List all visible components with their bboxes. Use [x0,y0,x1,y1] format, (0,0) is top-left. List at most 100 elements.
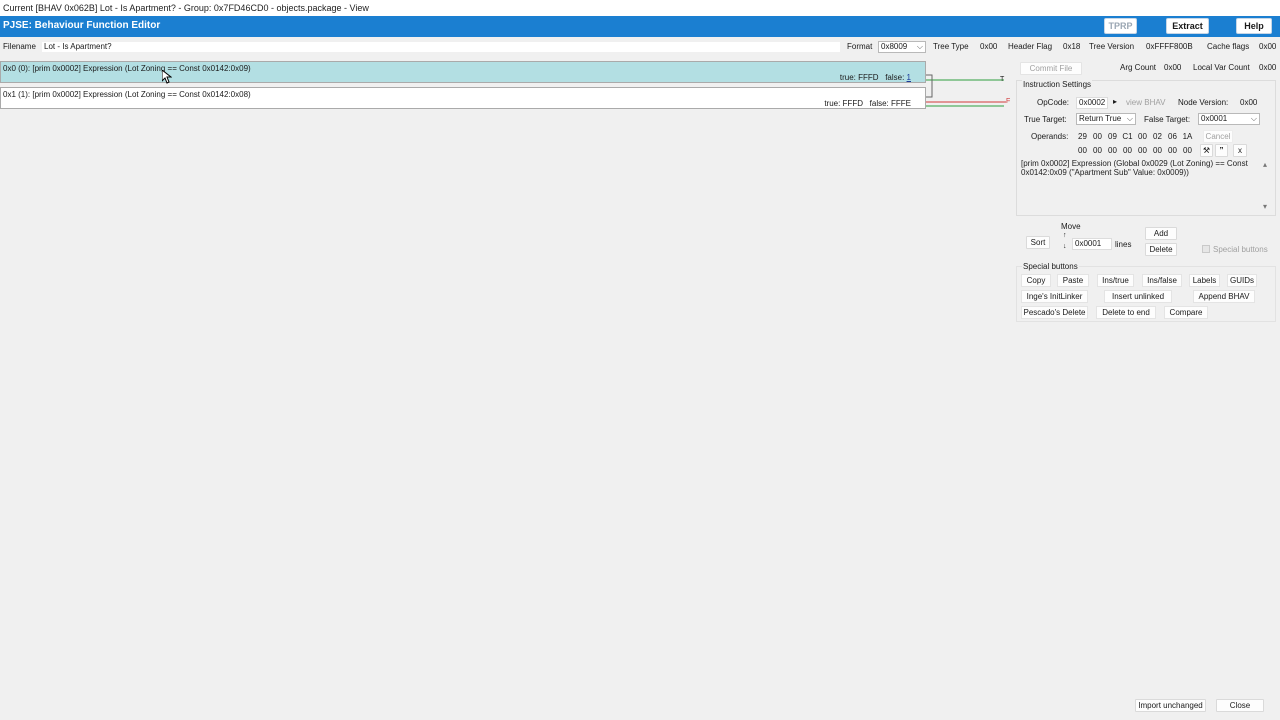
operand-field[interactable]: 00 [1150,146,1165,155]
false-target-select[interactable]: 0x0001 ⌵ [1198,113,1260,125]
cache-flags-input[interactable]: 0x00 [1256,41,1278,53]
commit-file-button[interactable]: Commit File [1020,62,1082,75]
opcode-input[interactable]: 0x0002 [1076,97,1108,109]
close-button[interactable]: Close [1216,699,1264,712]
paste-button[interactable]: Paste [1057,274,1089,287]
true-target-label: True Target: [1024,115,1067,124]
true-target-select[interactable]: Return True ⌵ [1076,113,1136,125]
instruction-text: 0x0 (0): [prim 0x0002] Expression (Lot Z… [3,64,251,73]
operand-field[interactable]: 06 [1165,132,1180,141]
format-select[interactable]: 0x8009 ⌵ [878,41,926,53]
instruction-text: 0x1 (1): [prim 0x0002] Expression (Lot Z… [3,90,251,99]
false-target-label: false: [869,99,891,108]
help-button[interactable]: Help [1236,18,1272,34]
operand-field[interactable]: 00 [1090,146,1105,155]
format-label: Format [847,42,873,51]
true-target-text: true: FFFD [824,99,863,108]
append-bhav-button[interactable]: Append BHAV [1193,290,1255,303]
quote-button[interactable]: ” [1215,144,1228,157]
false-target-label: false: [885,73,907,82]
operand-field[interactable]: 00 [1120,146,1135,155]
node-version-label: Node Version: [1178,98,1229,107]
ins-false-button[interactable]: Ins/false [1142,274,1182,287]
false-target-value: 0x0001 [1201,114,1228,123]
window-title: Current [BHAV 0x062B] Lot - Is Apartment… [0,0,1280,16]
true-target-text: true: FFFD [839,73,879,82]
operand-field[interactable]: 00 [1075,146,1090,155]
editor-header: PJSE: Behaviour Function Editor TPRP Ext… [0,16,1280,37]
scroll-up-icon[interactable]: ▴ [1263,160,1267,169]
instruction-row-0[interactable]: 0x0 (0): [prim 0x0002] Expression (Lot Z… [0,61,926,83]
compare-button[interactable]: Compare [1164,306,1208,319]
insert-unlinked-button[interactable]: Insert unlinked [1104,290,1172,303]
wizard-tools-icon[interactable]: ⚒ [1200,144,1213,157]
operands-row-1: 29 00 09 C1 00 02 06 1A [1075,132,1195,141]
import-unchanged-button[interactable]: Import unchanged [1135,699,1206,712]
true-marker-icon: T [1000,76,1005,83]
chevron-down-icon: ⌵ [916,42,923,51]
operands-row-2: 00 00 00 00 00 00 00 00 [1075,146,1195,155]
pescados-delete-button[interactable]: Pescado's Delete [1021,306,1088,319]
header-flag-label: Header Flag [1008,42,1053,51]
operand-field[interactable]: 02 [1150,132,1165,141]
sort-button[interactable]: Sort [1026,236,1050,249]
cancel-button[interactable]: Cancel [1203,130,1233,143]
operand-field[interactable]: 09 [1105,132,1120,141]
operand-field[interactable]: 00 [1135,132,1150,141]
operand-field[interactable]: 00 [1105,146,1120,155]
link-bracket [926,74,933,98]
operand-field[interactable]: 1A [1180,132,1195,141]
mouse-cursor-icon [162,70,172,84]
chevron-down-icon: ⌵ [1250,114,1257,123]
filename-label: Filename [3,42,36,51]
special-buttons-checkbox[interactable] [1202,245,1210,253]
instruction-description: [prim 0x0002] Expression (Global 0x0029 … [1021,159,1248,177]
arrow-down-icon[interactable]: ↓ [1063,243,1067,250]
operand-field[interactable]: C1 [1120,132,1135,141]
tprp-button[interactable]: TPRP [1104,18,1137,34]
opcode-label: OpCode: [1037,98,1070,107]
false-target-link[interactable]: 1 [907,73,911,82]
node-version-input[interactable]: 0x00 [1237,97,1261,109]
header-flag-input[interactable]: 0x18 [1060,41,1084,53]
chevron-down-icon: ⌵ [1126,114,1133,123]
tree-type-label: Tree Type [933,42,969,51]
guids-button[interactable]: GUIDs [1227,274,1257,287]
move-title: Move [1061,222,1081,231]
view-bhav-link[interactable]: view BHAV [1126,98,1165,107]
local-var-count-input[interactable]: 0x00 [1256,62,1278,74]
operand-field[interactable]: 00 [1180,146,1195,155]
delete-to-end-button[interactable]: Delete to end [1096,306,1156,319]
operand-field[interactable]: 29 [1075,132,1090,141]
move-lines-input[interactable]: 0x0001 [1072,238,1112,250]
false-marker-icon: F [1006,98,1010,105]
ins-true-button[interactable]: Ins/true [1097,274,1134,287]
filename-input[interactable]: Lot - Is Apartment? [41,41,841,53]
format-value: 0x8009 [881,42,908,51]
operand-field[interactable]: 00 [1135,146,1150,155]
copy-button[interactable]: Copy [1021,274,1051,287]
play-icon[interactable]: ▸ [1113,97,1117,106]
arrow-up-icon[interactable]: ↑ [1063,232,1067,239]
inges-initlinker-button[interactable]: Inge's InitLinker [1021,290,1088,303]
instruction-settings-title: Instruction Settings [1022,80,1093,89]
true-target-value: Return True [1079,114,1122,123]
labels-button[interactable]: Labels [1189,274,1220,287]
tree-version-input[interactable]: 0xFFFF800B [1143,41,1199,53]
false-target-label: False Target: [1144,115,1191,124]
clear-button[interactable]: x [1233,144,1247,157]
extract-button[interactable]: Extract [1166,18,1209,34]
tree-type-input[interactable]: 0x00 [977,41,1001,53]
operand-field[interactable]: 00 [1165,146,1180,155]
instruction-targets: true: FFFD false: FFFE [824,99,911,108]
false-target-text: FFFE [891,99,911,108]
instruction-targets: true: FFFD false: 1 [840,73,911,82]
tree-version-label: Tree Version [1089,42,1135,51]
operand-field[interactable]: 00 [1090,132,1105,141]
instruction-row-1[interactable]: 0x1 (1): [prim 0x0002] Expression (Lot Z… [0,87,926,109]
add-button[interactable]: Add [1145,227,1177,240]
scroll-down-icon[interactable]: ▾ [1263,202,1267,211]
arg-count-input[interactable]: 0x00 [1161,62,1185,74]
local-var-count-label: Local Var Count [1193,63,1250,72]
delete-button[interactable]: Delete [1145,243,1177,256]
